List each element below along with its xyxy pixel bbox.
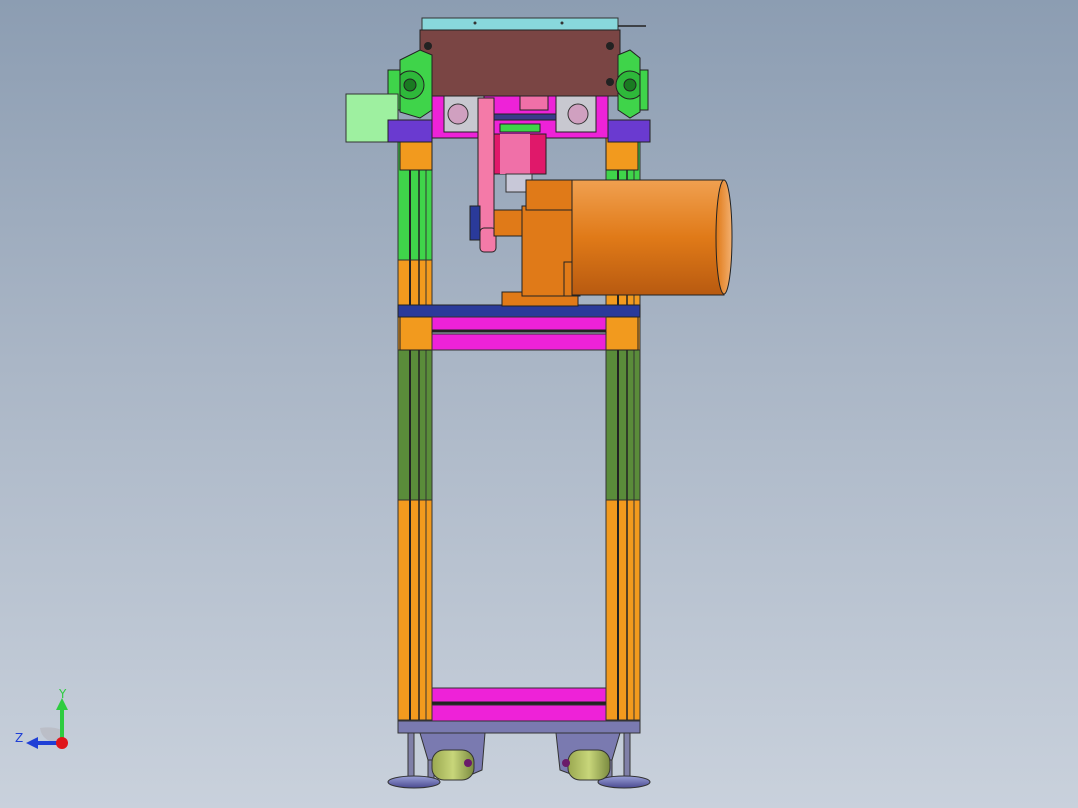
assembly-model[interactable] <box>0 0 1078 808</box>
top-cyan-cover <box>421 17 646 31</box>
right-bearing-housing <box>615 49 649 119</box>
left-post <box>397 139 433 721</box>
base-plate <box>397 720 641 734</box>
triad-z-label: Z <box>15 731 23 745</box>
triad-y-label: Y <box>58 688 67 701</box>
cad-viewport[interactable]: Y Z <box>0 0 1078 808</box>
bottom-crossbeams <box>431 687 607 722</box>
orientation-triad-icon[interactable]: Y Z <box>12 688 82 758</box>
drive-motor <box>493 179 733 307</box>
left-purple-bracket <box>387 119 433 143</box>
middle-blue-plate <box>397 304 641 318</box>
brown-gearbox <box>419 29 621 97</box>
middle-crossbeams <box>431 316 607 351</box>
right-purple-bracket <box>607 119 651 143</box>
